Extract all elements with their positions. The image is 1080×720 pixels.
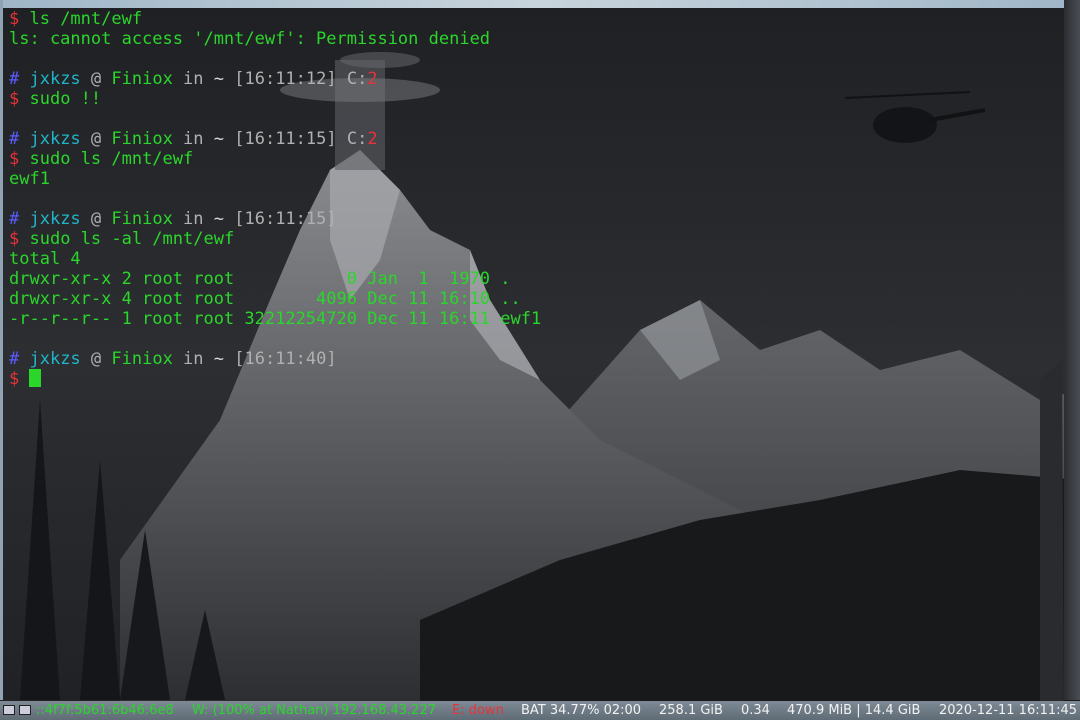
terminal-line: drwxr-xr-x 4 root root 4096 Dec 11 16:10… <box>9 289 1059 309</box>
terminal-text: 2 <box>367 69 378 89</box>
terminal-text: ~ <box>213 209 225 229</box>
terminal-text: @ <box>80 209 112 229</box>
terminal-line: $ ls /mnt/ewf <box>9 9 1059 29</box>
terminal-text: ~ <box>213 69 225 89</box>
terminal-text: jxkzs <box>29 129 81 149</box>
terminal-text: jxkzs <box>29 69 81 89</box>
terminal-text: [16:11:15] C: <box>224 129 368 149</box>
terminal-line: ewf1 <box>9 169 1059 189</box>
terminal-text: @ <box>80 69 112 89</box>
terminal-text: in <box>172 69 214 89</box>
terminal-text: jxkzs <box>29 349 81 369</box>
status-load: 0.34 <box>741 703 770 718</box>
terminal-text: Finiox <box>111 129 173 149</box>
window-frame-top <box>0 0 1080 8</box>
terminal-text: ls /mnt/ewf <box>29 9 143 29</box>
terminal-text: in <box>172 129 214 149</box>
terminal-text: # <box>9 349 30 369</box>
status-ipv6: ::4f7f:5b61:6b46:6e8 <box>36 703 174 718</box>
terminal-text: [16:11:15] <box>224 209 337 229</box>
terminal-text: total 4 <box>9 249 81 269</box>
terminal-text: sudo !! <box>29 89 102 109</box>
terminal-line: $ sudo ls /mnt/ewf <box>9 149 1059 169</box>
terminal-line: total 4 <box>9 249 1059 269</box>
terminal-line: ls: cannot access '/mnt/ewf': Permission… <box>9 29 1059 49</box>
terminal-line: # jxkzs @ Finiox in ~ [16:11:15] C:2 <box>9 129 1059 149</box>
terminal-text: 2 <box>367 129 378 149</box>
window-frame-right <box>1064 0 1080 700</box>
workspace-icon[interactable] <box>3 705 15 715</box>
terminal-text: # <box>9 209 30 229</box>
terminal-text: ~ <box>213 349 225 369</box>
status-ethernet: E: down <box>452 703 504 718</box>
terminal-text: sudo ls -al /mnt/ewf <box>29 229 235 249</box>
terminal-line: $ sudo ls -al /mnt/ewf <box>9 229 1059 249</box>
terminal-text: ls: cannot access '/mnt/ewf': Permission… <box>9 29 491 49</box>
terminal-text: in <box>172 349 214 369</box>
status-wireless: W: (100% at Nathan) 192.168.43.227 <box>192 703 436 718</box>
terminal-text: Finiox <box>111 349 173 369</box>
terminal-text: Finiox <box>111 209 173 229</box>
terminal-text: -r--r--r-- 1 root root 32212254720 Dec 1… <box>9 309 542 329</box>
terminal-text: # <box>9 129 30 149</box>
terminal-line: $ <box>9 369 1059 389</box>
status-memory: 470.9 MiB | 14.4 GiB <box>787 703 921 718</box>
terminal-text: @ <box>80 349 112 369</box>
terminal-output[interactable]: $ ls /mnt/ewf ls: cannot access '/mnt/ewf… <box>9 9 1059 689</box>
terminal-text: in <box>172 209 214 229</box>
status-datetime: 2020-12-11 16:11:45 <box>939 703 1078 718</box>
terminal-text: drwxr-xr-x 4 root root 4096 Dec 11 16:10… <box>9 289 521 309</box>
terminal-text: $ <box>9 369 30 389</box>
terminal-text: @ <box>80 129 112 149</box>
terminal-line: -r--r--r-- 1 root root 32212254720 Dec 1… <box>9 309 1059 329</box>
window-frame-left <box>0 0 3 700</box>
terminal-cursor[interactable] <box>29 369 42 387</box>
terminal-text: # <box>9 69 30 89</box>
status-bar: ::4f7f:5b61:6b46:6e8 W: (100% at Nathan)… <box>0 701 1080 720</box>
terminal-text: $ <box>9 149 30 169</box>
terminal-line: # jxkzs @ Finiox in ~ [16:11:15] <box>9 209 1059 229</box>
terminal-text: [16:11:40] <box>224 349 337 369</box>
terminal-line: $ sudo !! <box>9 89 1059 109</box>
status-battery: BAT 34.77% 02:00 <box>521 703 642 718</box>
terminal-text: sudo ls /mnt/ewf <box>29 149 194 169</box>
terminal-text: ~ <box>213 129 225 149</box>
terminal-text: ewf1 <box>9 169 50 189</box>
terminal-line: # jxkzs @ Finiox in ~ [16:11:40] <box>9 349 1059 369</box>
terminal-text: $ <box>9 229 30 249</box>
terminal-text: $ <box>9 9 30 29</box>
terminal-text: [16:11:12] C: <box>224 69 368 89</box>
terminal-line: # jxkzs @ Finiox in ~ [16:11:12] C:2 <box>9 69 1059 89</box>
tray-icon[interactable] <box>19 705 31 715</box>
desktop-screen: $ ls /mnt/ewf ls: cannot access '/mnt/ewf… <box>0 0 1080 720</box>
terminal-text: drwxr-xr-x 2 root root 0 Jan 1 1970 . <box>9 269 511 289</box>
terminal-text: Finiox <box>111 69 173 89</box>
status-disk: 258.1 GiB <box>659 703 723 718</box>
terminal-text: $ <box>9 89 30 109</box>
terminal-text: jxkzs <box>29 209 81 229</box>
terminal-line: drwxr-xr-x 2 root root 0 Jan 1 1970 . <box>9 269 1059 289</box>
